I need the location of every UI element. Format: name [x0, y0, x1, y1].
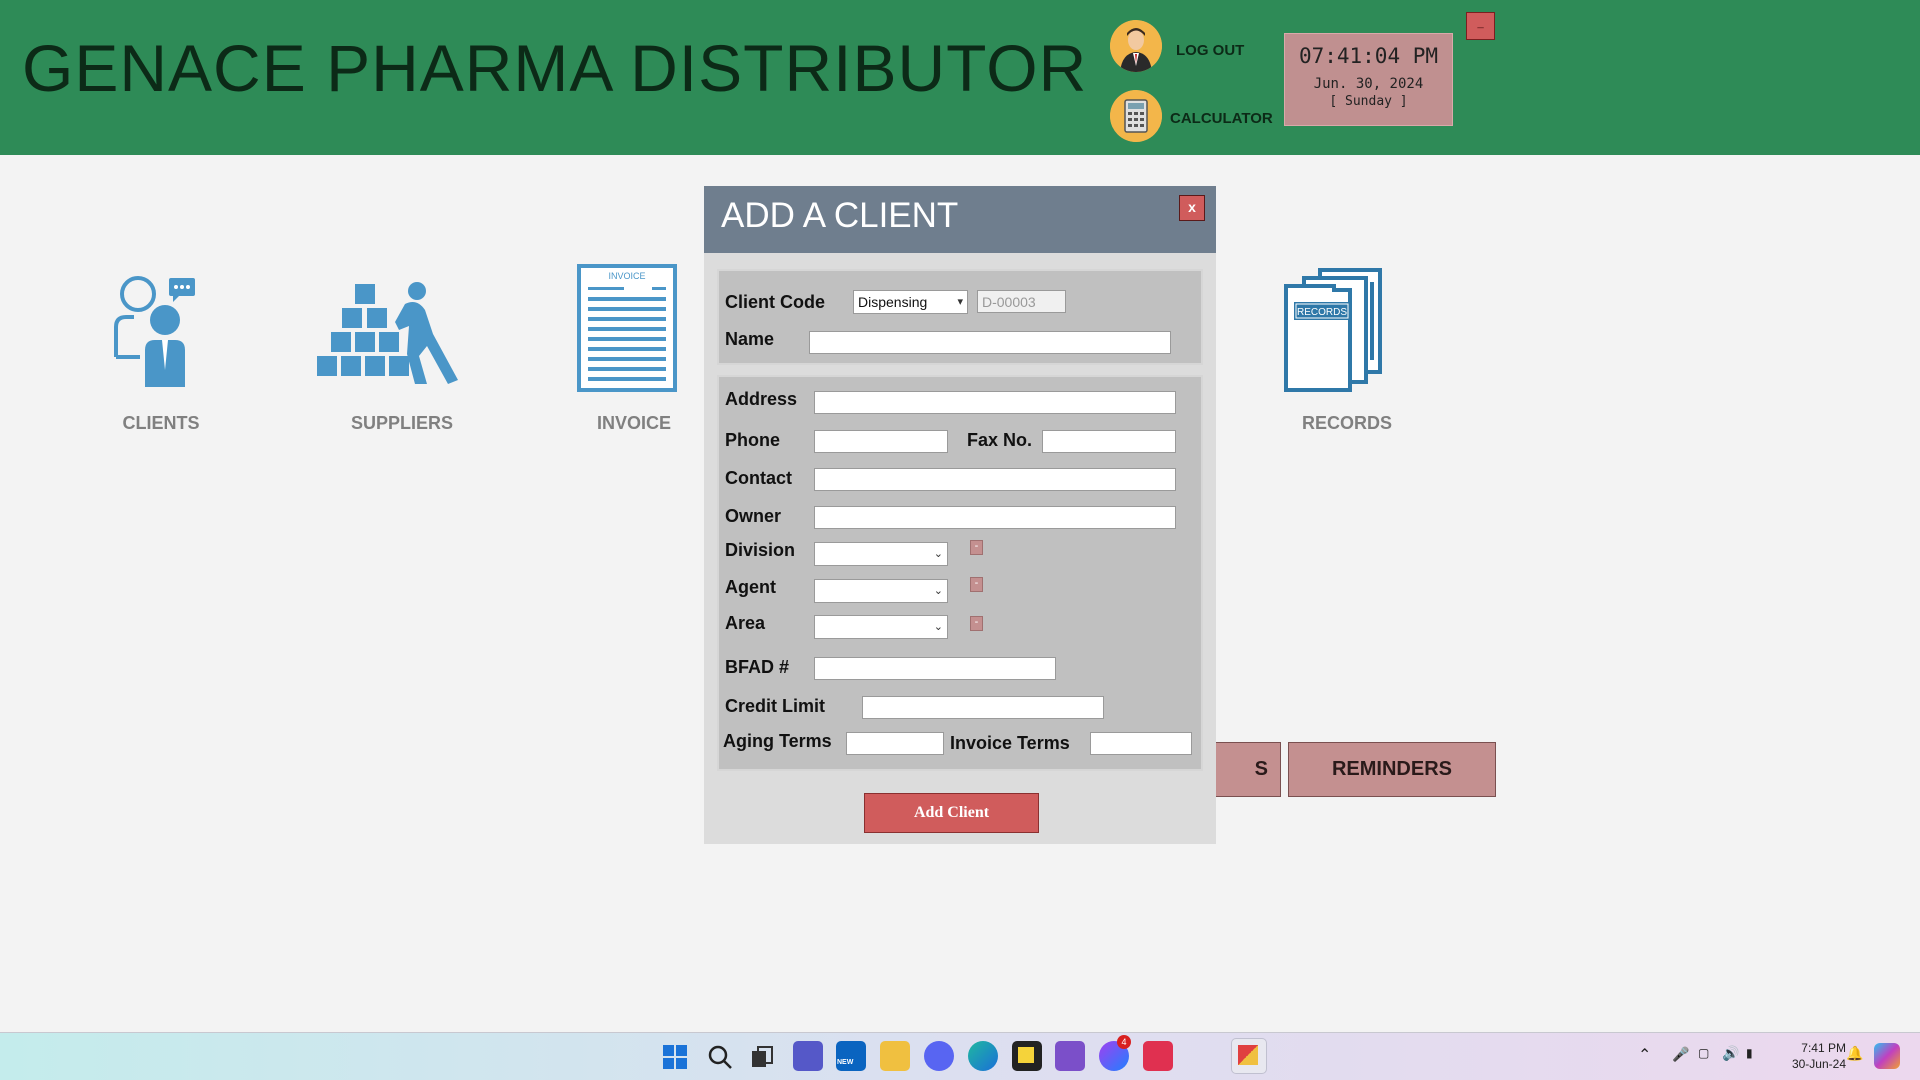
add-client-button[interactable]: Add Client	[864, 793, 1039, 833]
records-label[interactable]: RECORDS	[1297, 413, 1397, 434]
task-view-icon[interactable]	[750, 1045, 774, 1069]
bfad-label: BFAD #	[725, 657, 790, 677]
contact-field[interactable]	[814, 468, 1176, 491]
owner-field[interactable]	[814, 506, 1176, 529]
dialog-title: ADD A CLIENT	[721, 196, 959, 235]
agent-remove-button[interactable]: -	[970, 577, 983, 592]
agent-select[interactable]: ⌄	[814, 579, 948, 603]
reminders-button[interactable]: REMINDERS	[1288, 742, 1496, 797]
sticky-notes-icon[interactable]	[1012, 1041, 1042, 1071]
dropdown-arrow-icon: ▾	[957, 296, 963, 308]
outlook-icon[interactable]: NEW	[836, 1041, 866, 1071]
clients-tile-icon[interactable]	[110, 272, 200, 387]
speaker-icon[interactable]: 🔊	[1722, 1045, 1739, 1062]
client-type-select[interactable]: Dispensing ▾	[853, 290, 968, 314]
chevron-up-icon[interactable]: ⌃	[1638, 1045, 1651, 1065]
suppliers-label[interactable]: SUPPLIERS	[340, 413, 464, 434]
area-label: Area	[725, 613, 766, 633]
bfad-field[interactable]	[814, 657, 1056, 680]
division-select[interactable]: ⌄	[814, 542, 948, 566]
fax-label: Fax No.	[967, 430, 1033, 450]
fax-field[interactable]	[1042, 430, 1176, 453]
clock-date: Jun. 30, 2024	[1313, 76, 1424, 92]
division-remove-button[interactable]: -	[970, 540, 983, 555]
taskbar: NEW 4 ⌃ 🎤 ▢ 🔊 ▮ 7:41 PM 30-Jun-24 🔔	[0, 1032, 1920, 1080]
add-client-dialog: ADD A CLIENT x Client Code Dispensing ▾ …	[704, 186, 1216, 844]
chevron-down-icon: ⌄	[933, 548, 943, 560]
client-code-field[interactable]	[977, 290, 1066, 313]
owner-label: Owner	[725, 506, 782, 526]
name-field[interactable]	[809, 331, 1171, 354]
logout-label[interactable]: LOG OUT	[1176, 42, 1244, 59]
clock-time: 07:41:04 PM	[1298, 44, 1439, 68]
file-explorer-icon[interactable]	[880, 1041, 910, 1071]
taskbar-date[interactable]: 30-Jun-24	[1780, 1057, 1846, 1071]
calculator-icon[interactable]	[1110, 90, 1162, 142]
start-icon[interactable]	[663, 1045, 687, 1069]
clock-day: [ Sunday ]	[1329, 94, 1408, 109]
edge-icon[interactable]	[968, 1041, 998, 1071]
client-type-value: Dispensing	[858, 294, 928, 310]
pocket-icon[interactable]	[1143, 1041, 1173, 1071]
area-remove-button[interactable]: -	[970, 616, 983, 631]
messenger-badge: 4	[1117, 1035, 1131, 1049]
visual-studio-icon[interactable]	[1055, 1041, 1085, 1071]
battery-icon[interactable]: ▮	[1746, 1046, 1753, 1060]
invoice-terms-field[interactable]	[1090, 732, 1192, 755]
microphone-icon[interactable]: 🎤	[1672, 1046, 1689, 1063]
address-field[interactable]	[814, 391, 1176, 414]
agent-label: Agent	[725, 577, 776, 597]
division-label: Division	[725, 540, 796, 560]
phone-label: Phone	[725, 430, 781, 450]
suppliers-tile-icon[interactable]	[315, 280, 461, 385]
credit-limit-field[interactable]	[862, 696, 1104, 719]
records-doc-heading: RECORDS	[1297, 307, 1347, 318]
credit-limit-label: Credit Limit	[725, 696, 826, 716]
discord-icon[interactable]	[924, 1041, 954, 1071]
dialog-close-button[interactable]: x	[1179, 195, 1205, 221]
active-app-icon[interactable]	[1231, 1038, 1267, 1074]
aging-terms-label: Aging Terms	[723, 731, 832, 751]
phone-field[interactable]	[814, 430, 948, 453]
app-window-icon	[1238, 1045, 1258, 1065]
teams-icon[interactable]	[793, 1041, 823, 1071]
minimize-button[interactable]: _	[1466, 12, 1495, 40]
app-title: GENACE PHARMA DISTRIBUTOR	[22, 31, 1088, 105]
search-icon[interactable]	[707, 1044, 733, 1070]
client-code-label: Client Code	[725, 292, 826, 312]
invoice-tile-icon[interactable]: INVOICE	[576, 263, 678, 393]
area-select[interactable]: ⌄	[814, 615, 948, 639]
records-tile-icon[interactable]: RECORDS	[1284, 266, 1384, 394]
invoice-terms-label: Invoice Terms	[950, 733, 1070, 753]
calculator-label[interactable]: CALCULATOR	[1170, 110, 1273, 127]
address-label: Address	[725, 389, 798, 409]
invoice-doc-heading: INVOICE	[608, 271, 645, 281]
outlook-new-badge: NEW	[837, 1059, 854, 1066]
invoice-label[interactable]: INVOICE	[580, 413, 688, 434]
clock-panel: 07:41:04 PM Jun. 30, 2024 [ Sunday ]	[1284, 33, 1453, 126]
network-icon[interactable]: ▢	[1698, 1046, 1709, 1060]
contact-label: Contact	[725, 468, 792, 488]
chevron-down-icon: ⌄	[933, 585, 943, 597]
note-shape-icon	[1018, 1047, 1034, 1063]
messenger-icon[interactable]: 4	[1099, 1035, 1131, 1071]
taskbar-time[interactable]: 7:41 PM	[1792, 1041, 1846, 1055]
aging-terms-field[interactable]	[846, 732, 944, 755]
copilot-icon[interactable]	[1874, 1043, 1900, 1069]
chevron-down-icon: ⌄	[933, 621, 943, 633]
clients-label[interactable]: CLIENTS	[110, 413, 212, 434]
logout-avatar-icon[interactable]	[1110, 20, 1162, 72]
name-label: Name	[725, 329, 775, 349]
notification-bell-icon[interactable]: 🔔	[1846, 1045, 1863, 1062]
